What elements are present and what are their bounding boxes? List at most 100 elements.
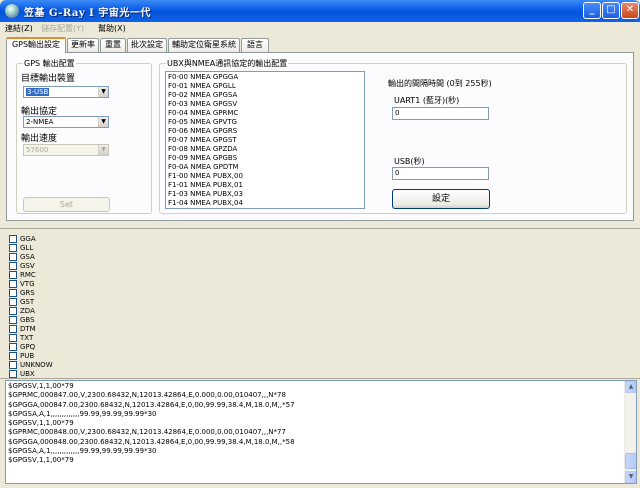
set-output-button[interactable]: Set	[23, 197, 110, 212]
nmea-message-list[interactable]: F0-00 NMEA GPGGA F0-01 NMEA GPGLL F0-02 …	[165, 71, 365, 209]
checkbox-box[interactable]	[9, 307, 17, 315]
target-device-value: 3-USB	[26, 88, 50, 96]
checkbox-box[interactable]	[9, 298, 17, 306]
tab-reset[interactable]: 重置	[100, 38, 126, 52]
list-item[interactable]: F0-04 NMEA GPRMC	[166, 109, 364, 118]
checkbox-grs[interactable]: GRS	[9, 289, 35, 298]
checkbox-ubx[interactable]: UBX	[9, 370, 35, 379]
checkbox-gga[interactable]: GGA	[9, 235, 36, 244]
list-item[interactable]: F0-07 NMEA GPGST	[166, 136, 364, 145]
checkbox-box[interactable]	[9, 289, 17, 297]
tab-gps-output[interactable]: GPS輸出設定	[6, 37, 66, 53]
checkbox-label: GLL	[20, 244, 34, 252]
tab-assisted-satellite[interactable]: 輔助定位衛星系統	[168, 38, 240, 52]
list-item[interactable]: F0-02 NMEA GPGSA	[166, 91, 364, 100]
checkbox-txt[interactable]: TXT	[9, 334, 33, 343]
scroll-thumb[interactable]	[625, 453, 636, 469]
interval-label: 輸出的間隔時間 (0到 255秒)	[388, 79, 492, 88]
log-scrollbar[interactable]: ▲ ▼	[624, 381, 636, 483]
checkbox-label: GGA	[20, 235, 36, 243]
app-icon	[5, 4, 19, 18]
menu-save-config[interactable]: 儲存配置(Y)	[41, 23, 84, 34]
speed-select[interactable]: 57600 ▼	[23, 144, 109, 156]
list-item[interactable]: F0-03 NMEA GPGSV	[166, 100, 364, 109]
checkbox-label: GSV	[20, 262, 35, 270]
menu-connect[interactable]: 連結(Z)	[5, 23, 33, 34]
protocol-value: 2-NMEA	[26, 118, 54, 126]
checkbox-box[interactable]	[9, 271, 17, 279]
scroll-down-icon[interactable]: ▼	[625, 471, 636, 483]
checkbox-gbs[interactable]: GBS	[9, 316, 35, 325]
chevron-down-icon[interactable]: ▼	[98, 87, 108, 97]
log-line: $GPGGA,000847.00,2300.68432,N,12013.4286…	[8, 400, 295, 409]
uart-interval-input[interactable]: 0	[392, 107, 489, 120]
scroll-up-icon[interactable]: ▲	[625, 381, 636, 393]
checkbox-rmc[interactable]: RMC	[9, 271, 36, 280]
tab-update-rate[interactable]: 更新率	[67, 38, 99, 52]
checkbox-dtm[interactable]: DTM	[9, 325, 36, 334]
checkbox-gll[interactable]: GLL	[9, 244, 33, 253]
nmea-log-output[interactable]: $GPGSV,1,1,00*79 $GPRMC,000847.00,V,2300…	[5, 380, 637, 484]
checkbox-box[interactable]	[9, 361, 17, 369]
speed-value: 57600	[26, 146, 49, 154]
close-button[interactable]: ✕	[621, 2, 639, 19]
log-line: $GPGSV,1,1,00*79	[8, 382, 74, 390]
usb-interval-input[interactable]: 0	[392, 167, 489, 180]
maximize-button[interactable]: □	[602, 2, 620, 19]
list-item[interactable]: F0-09 NMEA GPGBS	[166, 154, 364, 163]
target-device-select[interactable]: 3-USB ▼	[23, 86, 109, 98]
checkbox-box[interactable]	[9, 325, 17, 333]
list-item[interactable]: F0-00 NMEA GPGGA	[166, 73, 364, 82]
list-item[interactable]: F0-01 NMEA GPGLL	[166, 82, 364, 91]
log-line: $GPRMC,000848.00,V,2300.68432,N,12013.42…	[8, 428, 286, 437]
checkbox-pub[interactable]: PUB	[9, 352, 34, 361]
log-line: $GPGSA,A,1,,,,,,,,,,,,,99.99,99.99,99.99…	[8, 409, 157, 418]
log-line: $GPRMC,000847.00,V,2300.68432,N,12013.42…	[8, 391, 286, 400]
checkbox-box[interactable]	[9, 235, 17, 243]
title-bar: 笠基 G-Ray I 宇宙光一代 _ □ ✕	[0, 0, 640, 22]
minimize-button[interactable]: _	[583, 2, 601, 19]
target-device-label: 目標輸出裝置	[21, 74, 76, 84]
tab-batch-settings[interactable]: 批次設定	[127, 38, 167, 52]
checkbox-label: VTG	[20, 280, 35, 288]
checkbox-zda[interactable]: ZDA	[9, 307, 35, 316]
checkbox-label: GSA	[20, 253, 35, 261]
chevron-down-icon[interactable]: ▼	[98, 145, 108, 155]
checkbox-gsa[interactable]: GSA	[9, 253, 35, 262]
list-item[interactable]: F1-00 NMEA PUBX,00	[166, 172, 364, 181]
checkbox-box[interactable]	[9, 343, 17, 351]
checkbox-box[interactable]	[9, 316, 17, 324]
checkbox-box[interactable]	[9, 253, 17, 261]
chevron-down-icon[interactable]: ▼	[98, 117, 108, 127]
list-item[interactable]: F0-06 NMEA GPGRS	[166, 127, 364, 136]
checkbox-box[interactable]	[9, 352, 17, 360]
checkbox-box[interactable]	[9, 370, 17, 378]
checkbox-box[interactable]	[9, 262, 17, 270]
checkbox-box[interactable]	[9, 280, 17, 288]
checkbox-gpq[interactable]: GPQ	[9, 343, 35, 352]
checkbox-label: GRS	[20, 289, 35, 297]
checkbox-gst[interactable]: GST	[9, 298, 34, 307]
list-item[interactable]: F0-05 NMEA GPVTG	[166, 118, 364, 127]
usb-interval-label: USB(秒)	[394, 157, 425, 166]
checkbox-box[interactable]	[9, 334, 17, 342]
list-item[interactable]: F0-0A NMEA GPDTM	[166, 163, 364, 172]
checkbox-label: TXT	[20, 334, 34, 342]
checkbox-gsv[interactable]: GSV	[9, 262, 35, 271]
list-item[interactable]: F1-03 NMEA PUBX,03	[166, 190, 364, 199]
list-item[interactable]: F1-01 NMEA PUBX,01	[166, 181, 364, 190]
list-item[interactable]: F0-08 NMEA GPZDA	[166, 145, 364, 154]
checkbox-label: GPQ	[20, 343, 36, 351]
protocol-select[interactable]: 2-NMEA ▼	[23, 116, 109, 128]
checkbox-vtg[interactable]: VTG	[9, 280, 35, 289]
tab-language[interactable]: 語言	[241, 38, 269, 52]
tab-panel-gps-output: GPS 輸出配置 目標輸出裝置 3-USB ▼ 輸出協定 2-NMEA ▼ 輸出…	[6, 52, 634, 221]
checkbox-box[interactable]	[9, 244, 17, 252]
checkbox-unknow[interactable]: UNKNOW	[9, 361, 53, 370]
list-item[interactable]: F1-04 NMEA PUBX,04	[166, 199, 364, 208]
menu-bar: 連結(Z) 儲存配置(Y) 幫助(X)	[0, 22, 640, 35]
checkbox-label: PUB	[20, 352, 35, 360]
set-interval-button[interactable]: 設定	[392, 189, 490, 209]
checkbox-label: GBS	[20, 316, 35, 324]
menu-help[interactable]: 幫助(X)	[98, 23, 126, 34]
